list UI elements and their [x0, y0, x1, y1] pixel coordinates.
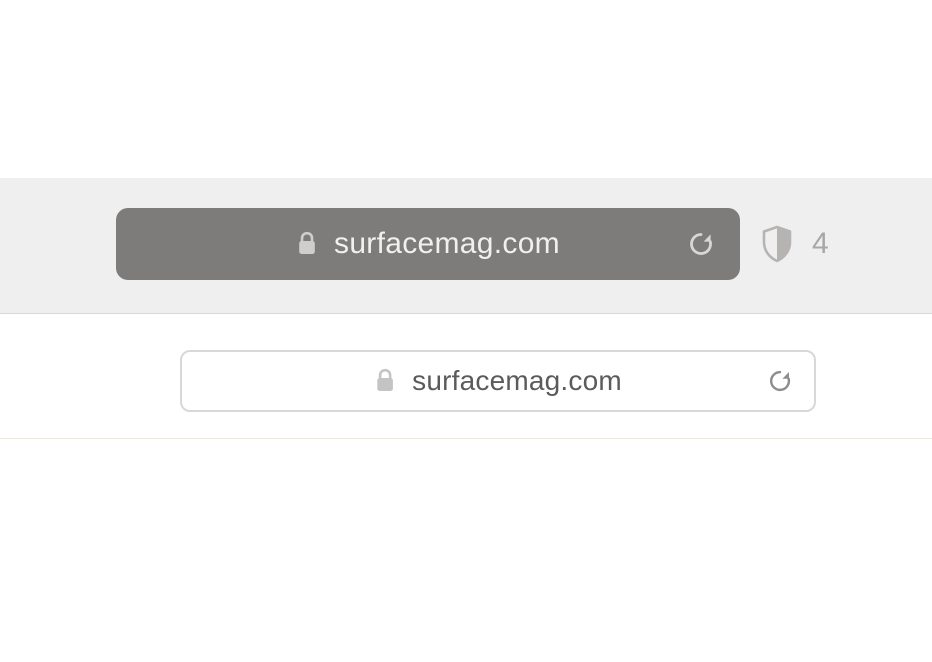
address-bar-light[interactable]: surfacemag.com [180, 350, 816, 412]
address-bar-dark[interactable]: surfacemag.com [116, 208, 740, 280]
reload-button[interactable] [686, 229, 716, 259]
screenshot-canvas: surfacemag.com 4 surfa [0, 0, 932, 662]
privacy-tracker-count: 4 [812, 227, 829, 261]
shield-icon [760, 224, 794, 264]
lock-icon [296, 231, 318, 257]
address-content: surfacemag.com [296, 227, 560, 261]
url-text: surfacemag.com [334, 227, 560, 261]
separator-line [0, 438, 932, 439]
privacy-report[interactable]: 4 [760, 208, 829, 280]
lock-icon [374, 368, 396, 394]
reload-icon [686, 229, 716, 259]
address-content-light: surfacemag.com [374, 365, 622, 397]
url-text-light: surfacemag.com [412, 365, 622, 397]
reload-icon [766, 367, 794, 395]
reload-button-light[interactable] [766, 367, 794, 395]
